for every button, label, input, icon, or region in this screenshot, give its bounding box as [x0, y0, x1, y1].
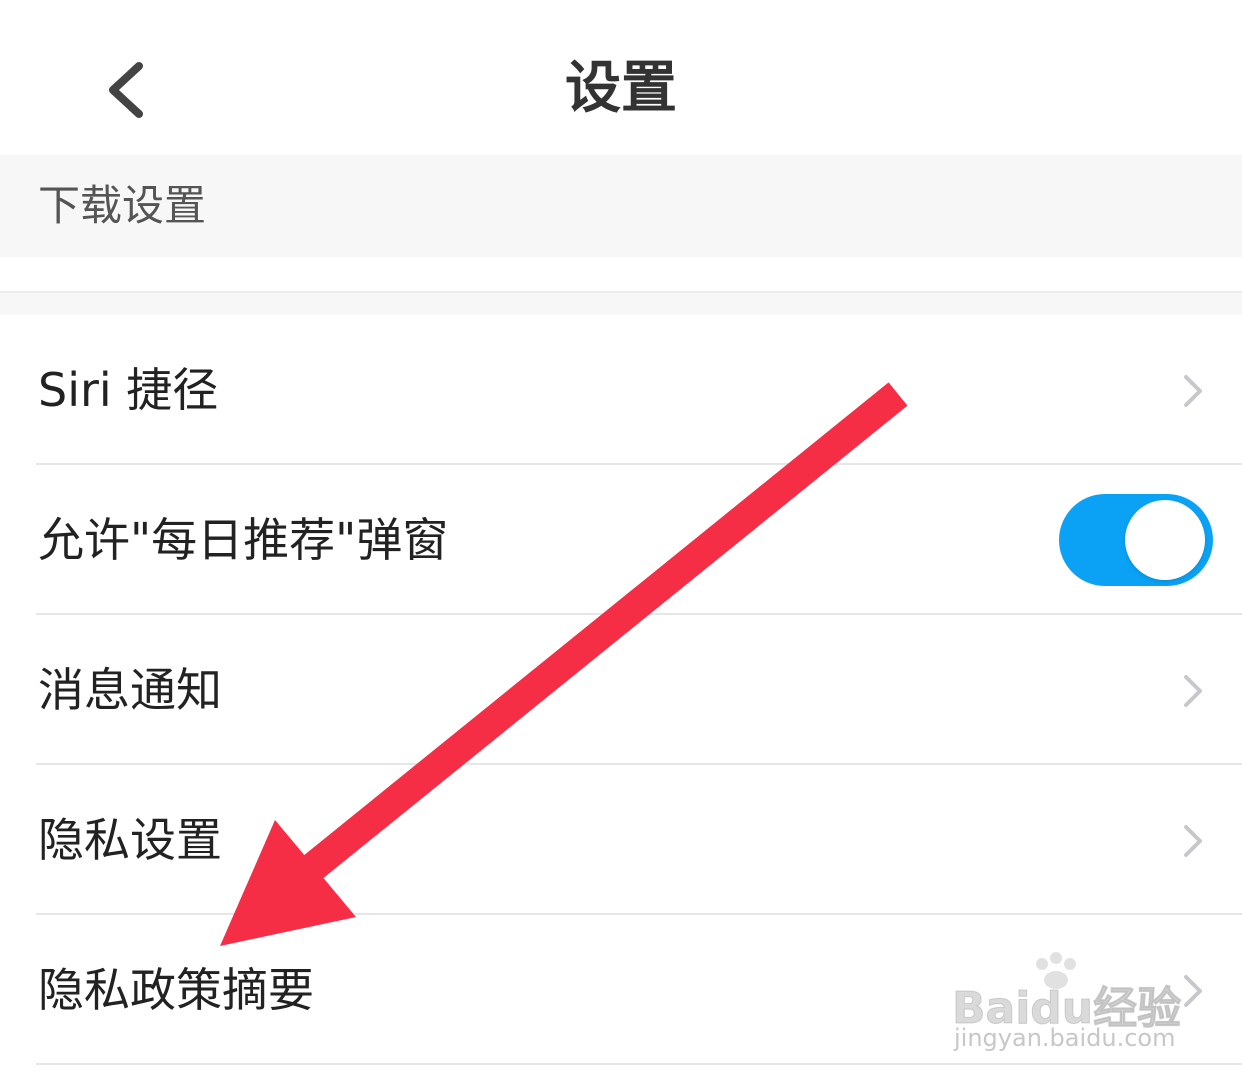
navigation-bar: 设置 — [0, 0, 1242, 155]
notifications-row[interactable]: 消息通知 — [0, 615, 1242, 765]
privacy-policy-summary-label: 隐私政策摘要 — [38, 963, 314, 1017]
privacy-settings-label: 隐私设置 — [38, 813, 222, 867]
row-divider — [36, 1063, 1242, 1065]
section-separator-band — [0, 293, 1242, 315]
page-title: 设置 — [565, 56, 677, 121]
notifications-label: 消息通知 — [38, 663, 222, 717]
daily-recommend-popup-label: 允许"每日推荐"弹窗 — [38, 513, 449, 567]
daily-recommend-popup-toggle[interactable] — [1059, 494, 1213, 586]
siri-shortcuts-row[interactable]: Siri 捷径 — [0, 315, 1242, 465]
chevron-right-icon — [1184, 975, 1202, 1007]
chevron-right-icon — [1184, 375, 1202, 407]
chevron-right-icon — [1184, 675, 1202, 707]
toggle-knob — [1125, 500, 1205, 580]
chevron-left-icon — [109, 62, 143, 118]
privacy-settings-row[interactable]: 隐私设置 — [0, 765, 1242, 915]
download-settings-row[interactable]: 下载设置 — [0, 155, 1242, 257]
download-settings-label: 下载设置 — [38, 181, 207, 230]
back-button[interactable] — [95, 50, 165, 130]
chevron-right-icon — [1184, 825, 1202, 857]
siri-shortcuts-label: Siri 捷径 — [38, 363, 219, 417]
daily-recommend-popup-row: 允许"每日推荐"弹窗 — [0, 465, 1242, 615]
privacy-policy-summary-row[interactable]: 隐私政策摘要 — [0, 915, 1242, 1065]
